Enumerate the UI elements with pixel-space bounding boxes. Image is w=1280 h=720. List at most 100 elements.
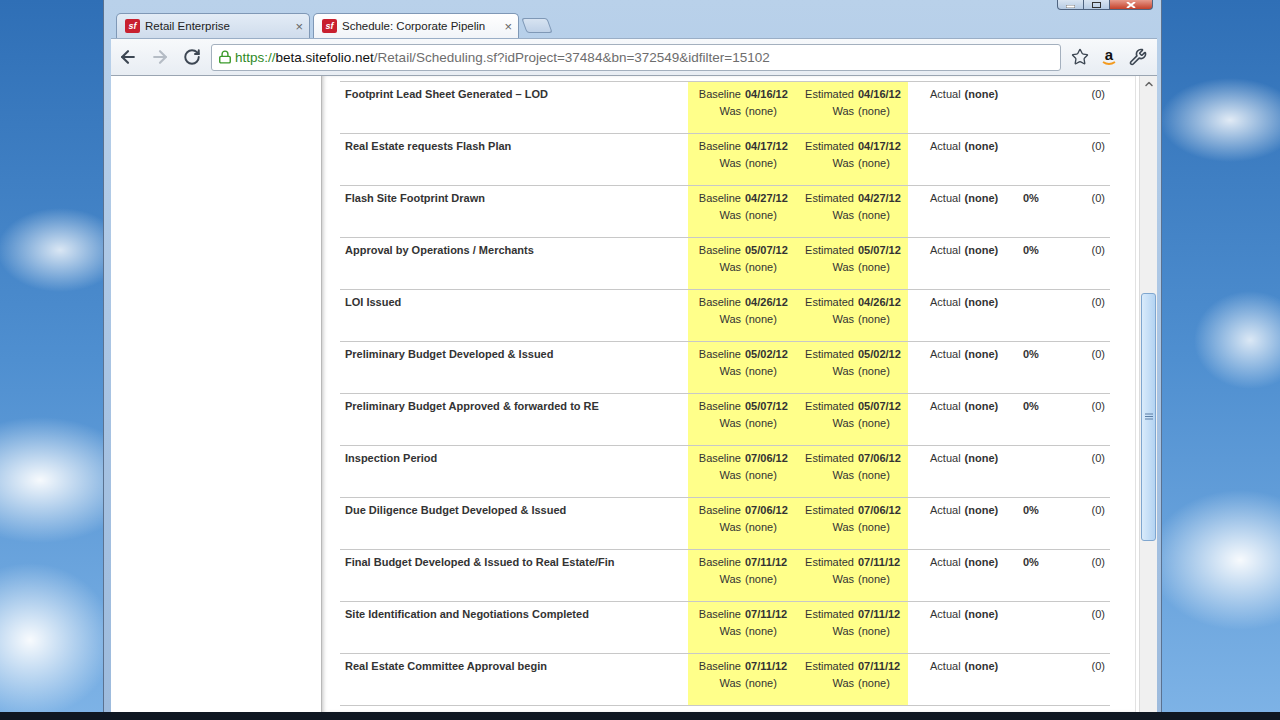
reload-button[interactable] — [179, 44, 205, 70]
baseline-label: Baseline — [688, 88, 741, 100]
comment-count[interactable]: (0) — [1063, 660, 1105, 672]
task-name[interactable]: Inspection Period — [340, 446, 688, 497]
actual-label: Actual — [930, 452, 961, 464]
estimated-label: Estimated — [798, 556, 854, 568]
minimize-button[interactable] — [1057, 0, 1084, 10]
actual-cell: Actual(none)(0) — [908, 82, 1110, 133]
estimated-was: (none) — [858, 105, 906, 117]
baseline-label: Baseline — [688, 296, 741, 308]
task-name[interactable]: Preliminary Budget Developed & Issued — [340, 342, 688, 393]
estimated-was: (none) — [858, 573, 906, 585]
comment-count[interactable]: (0) — [1063, 400, 1105, 412]
was-label: Was — [798, 625, 854, 637]
back-button[interactable] — [115, 44, 141, 70]
scroll-track[interactable] — [1140, 92, 1157, 712]
task-name[interactable]: Approval by Operations / Merchants — [340, 238, 688, 289]
task-name[interactable]: Flash Site Footprint Drawn — [340, 186, 688, 237]
actual-cell: Actual(none)(0) — [908, 446, 1110, 497]
browser-tab[interactable]: sfSchedule: Corporate Pipelin× — [313, 13, 519, 38]
schedule-row: Real Estate Committee Approval beginBase… — [340, 654, 1110, 706]
task-name[interactable]: Real Estate Committee Approval begin — [340, 654, 688, 705]
actual-cell: Actual(none)0%(0) — [908, 394, 1110, 445]
address-bar[interactable]: https://beta.sitefolio.net/Retail/Schedu… — [211, 44, 1061, 71]
comment-count[interactable]: (0) — [1063, 556, 1105, 568]
estimated-date: 05/07/12 — [858, 400, 906, 412]
comment-count[interactable]: (0) — [1063, 192, 1105, 204]
actual-cell: Actual(none)0%(0) — [908, 498, 1110, 549]
amazon-extension-button[interactable]: a — [1099, 47, 1119, 67]
estimated-label: Estimated — [798, 660, 854, 672]
task-name[interactable]: Site Identification and Negotiations Com… — [340, 602, 688, 653]
comment-count[interactable]: (0) — [1063, 244, 1105, 256]
was-label: Was — [798, 573, 854, 585]
dates-cell: Baseline04/27/12Estimated04/27/12Was(non… — [688, 186, 908, 237]
was-label: Was — [688, 313, 741, 325]
actual-value: (none) — [965, 400, 999, 412]
comment-count[interactable]: (0) — [1063, 452, 1105, 464]
task-name[interactable]: Real Estate requests Flash Plan — [340, 134, 688, 185]
task-name[interactable]: Due Diligence Budget Developed & Issued — [340, 498, 688, 549]
close-button[interactable] — [1109, 0, 1153, 10]
was-label: Was — [688, 625, 741, 637]
baseline-was: (none) — [745, 521, 794, 533]
favicon-icon: sf — [125, 19, 140, 33]
actual: Actual(none) — [930, 660, 1023, 672]
browser-tab[interactable]: sfRetail Enterprise× — [116, 13, 310, 38]
dates-cell: Baseline04/26/12Estimated04/26/12Was(non… — [688, 290, 908, 341]
was-label: Was — [688, 469, 741, 481]
baseline-was: (none) — [745, 261, 794, 273]
dates-cell: Baseline07/11/12Estimated07/11/12Was(non… — [688, 654, 908, 705]
baseline-label: Baseline — [688, 244, 741, 256]
estimated-label: Estimated — [798, 400, 854, 412]
bookmark-button[interactable] — [1067, 44, 1093, 70]
estimated-date: 07/06/12 — [858, 452, 906, 464]
actual-value: (none) — [965, 504, 999, 516]
was-label: Was — [798, 261, 854, 273]
forward-button[interactable] — [147, 44, 173, 70]
url-scheme: https:// — [235, 50, 276, 65]
scrollbar[interactable] — [1139, 76, 1157, 712]
actual: Actual(none) — [930, 608, 1023, 620]
baseline-date: 05/07/12 — [745, 244, 794, 256]
comment-count[interactable]: (0) — [1063, 296, 1105, 308]
estimated-date: 04/27/12 — [858, 192, 906, 204]
percent-complete: 0% — [1023, 556, 1063, 568]
comment-count[interactable]: (0) — [1063, 608, 1105, 620]
actual-value: (none) — [965, 348, 999, 360]
tab-close-button[interactable]: × — [295, 20, 303, 33]
comment-count[interactable]: (0) — [1063, 504, 1105, 516]
page: Footprint Lead Sheet Generated – LODBase… — [111, 76, 1139, 712]
estimated-was: (none) — [858, 313, 906, 325]
estimated-date: 05/07/12 — [858, 244, 906, 256]
task-name[interactable]: Preliminary Budget Approved & forwarded … — [340, 394, 688, 445]
baseline-was: (none) — [745, 209, 794, 221]
comment-count[interactable]: (0) — [1063, 348, 1105, 360]
was-label: Was — [688, 261, 741, 273]
close-window-icon — [1126, 2, 1136, 8]
task-name[interactable]: Footprint Lead Sheet Generated – LOD — [340, 82, 688, 133]
grip-icon — [1145, 413, 1153, 420]
url-host: beta.sitefolio.net — [276, 50, 374, 65]
task-name[interactable]: LOI Issued — [340, 290, 688, 341]
estimated-label: Estimated — [798, 608, 854, 620]
new-tab-button[interactable] — [521, 18, 552, 33]
actual-label: Actual — [930, 140, 961, 152]
settings-button[interactable] — [1125, 44, 1151, 70]
comment-count[interactable]: (0) — [1063, 140, 1105, 152]
baseline-date: 04/27/12 — [745, 192, 794, 204]
baseline-date: 04/17/12 — [745, 140, 794, 152]
schedule-row: Flash Site Footprint DrawnBaseline04/27/… — [340, 186, 1110, 238]
dates-cell: Baseline07/11/12Estimated07/11/12Was(non… — [688, 550, 908, 601]
amazon-smile-icon — [1102, 61, 1116, 66]
tab-close-button[interactable]: × — [504, 20, 512, 33]
scroll-thumb[interactable] — [1141, 293, 1156, 541]
scroll-up-button[interactable] — [1140, 76, 1157, 92]
task-name[interactable]: Final Budget Developed & Issued to Real … — [340, 550, 688, 601]
schedule-row: LOI IssuedBaseline04/26/12Estimated04/26… — [340, 290, 1110, 342]
estimated-date: 04/16/12 — [858, 88, 906, 100]
baseline-was: (none) — [745, 105, 794, 117]
comment-count[interactable]: (0) — [1063, 88, 1105, 100]
baseline-was: (none) — [745, 469, 794, 481]
maximize-button[interactable] — [1083, 0, 1110, 10]
baseline-label: Baseline — [688, 504, 741, 516]
